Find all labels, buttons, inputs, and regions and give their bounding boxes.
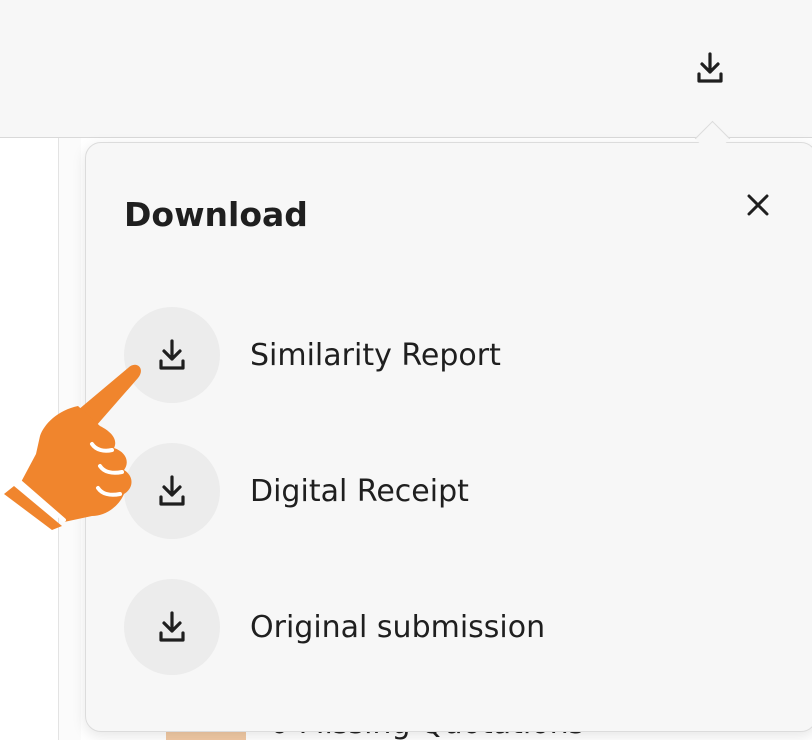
menu-item-label: Similarity Report: [250, 337, 501, 373]
top-toolbar: [0, 0, 812, 138]
download-digital-receipt[interactable]: Digital Receipt: [124, 443, 469, 539]
download-icon: [159, 475, 185, 506]
download-icon-button[interactable]: [124, 579, 220, 675]
pointing-hand-icon: [4, 364, 141, 530]
download-icon: [159, 611, 185, 642]
download-popover: Download Similarity Report Digital Recei…: [85, 142, 812, 732]
download-icon: [159, 339, 185, 370]
popover-title: Download: [124, 195, 308, 234]
menu-item-label: Digital Receipt: [250, 473, 469, 509]
download-original-submission[interactable]: Original submission: [124, 579, 545, 675]
download-icon: [697, 52, 723, 83]
close-icon: [747, 194, 769, 216]
close-button[interactable]: [734, 181, 782, 229]
menu-item-label: Original submission: [250, 609, 546, 645]
page: HH 0 Missing Quotations Download Similar…: [0, 0, 812, 740]
download-similarity-report[interactable]: Similarity Report: [124, 307, 501, 403]
toolbar-download-button[interactable]: [688, 46, 732, 90]
